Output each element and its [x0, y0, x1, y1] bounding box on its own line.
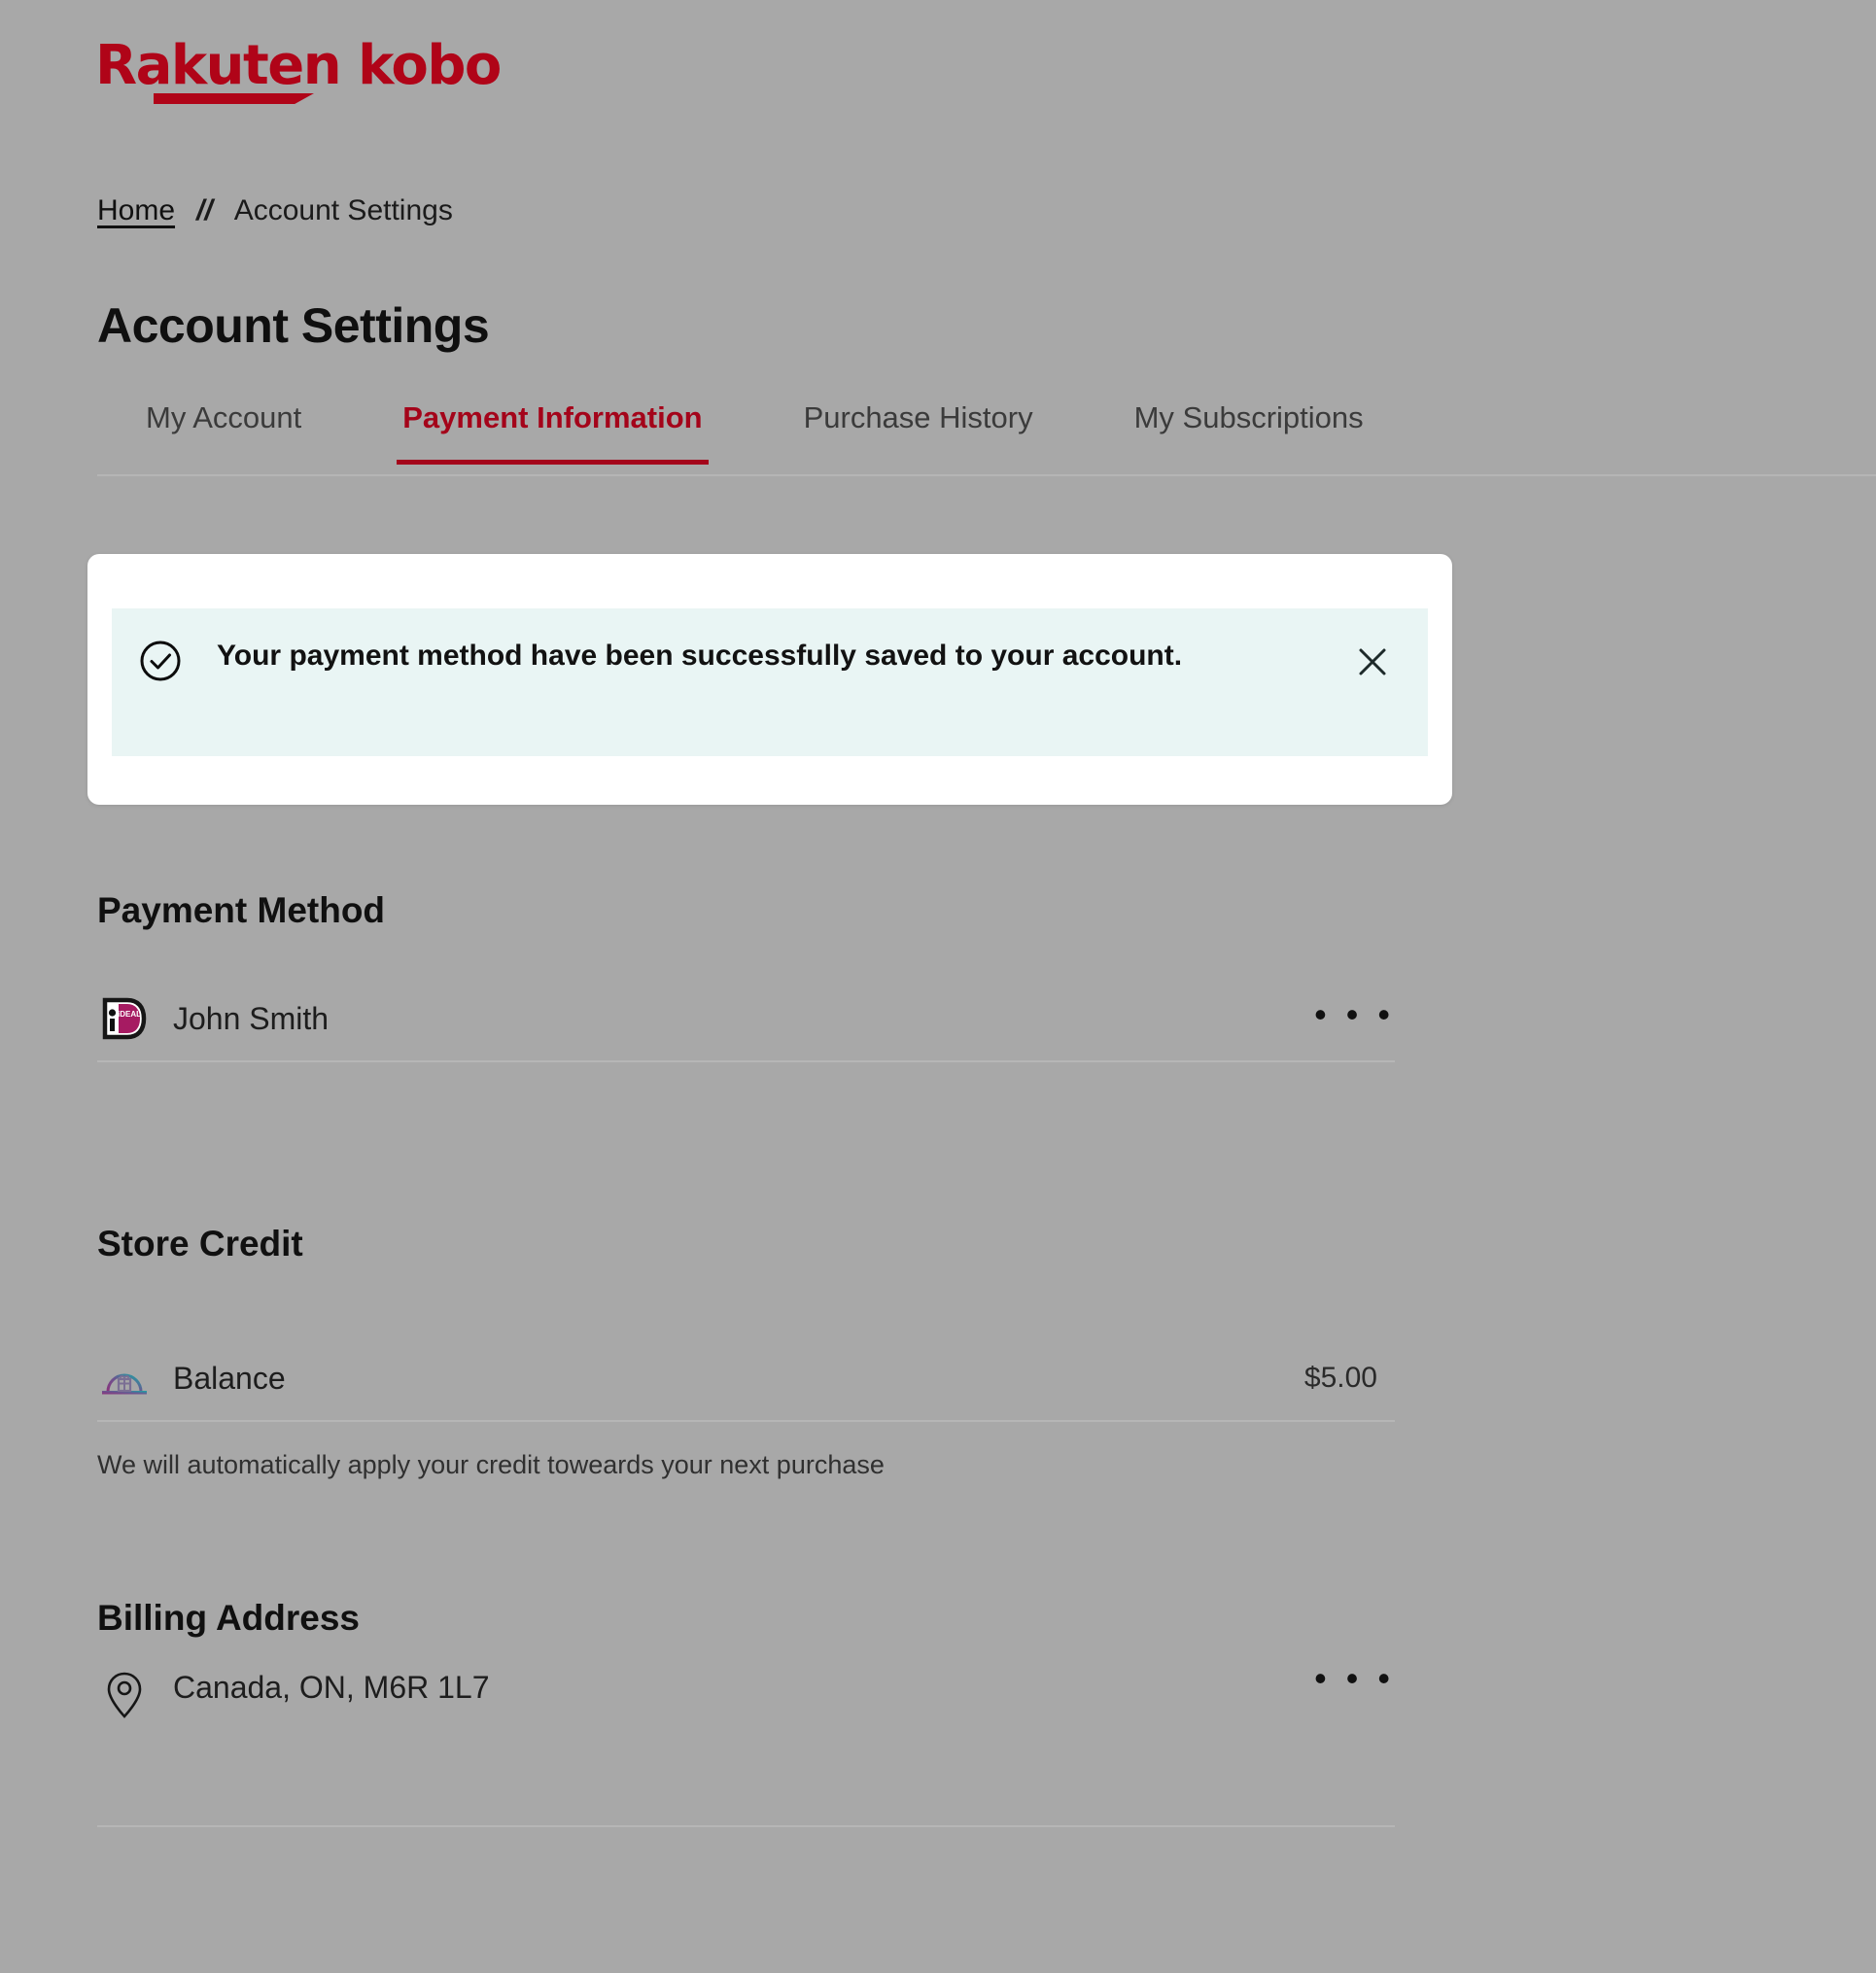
store-credit-helper-text: We will automatically apply your credit …	[97, 1450, 885, 1479]
billing-address-row[interactable]: Canada, ON, M6R 1L7 • • •	[97, 1643, 1395, 1827]
close-icon[interactable]	[1356, 645, 1389, 678]
page-title: Account Settings	[97, 297, 490, 353]
store-credit-balance-label: Balance	[173, 1360, 286, 1396]
breadcrumb-separator: //	[196, 194, 213, 226]
breadcrumb-current: Account Settings	[233, 194, 453, 226]
billing-address-more-options-button[interactable]: • • •	[1314, 1661, 1395, 1696]
logo-wordmark: Rakuten kobo	[95, 34, 502, 97]
site-logo[interactable]: Rakuten kobo	[95, 34, 502, 104]
logo-swoosh-icon	[154, 93, 314, 104]
billing-address-value: Canada, ON, M6R 1L7	[173, 1670, 490, 1705]
map-pin-icon	[97, 1670, 152, 1720]
tab-my-account[interactable]: My Account	[97, 389, 352, 465]
store-credit-gift-icon	[97, 1353, 152, 1403]
breadcrumb: Home // Account Settings	[97, 194, 453, 227]
notification-card: Your payment method have been successful…	[87, 554, 1452, 805]
section-title-billing-address: Billing Address	[97, 1597, 361, 1638]
payment-method-more-options-button[interactable]: • • •	[1314, 997, 1395, 1032]
payment-method-name: John Smith	[173, 1000, 330, 1036]
tab-payment-information[interactable]: Payment Information	[352, 389, 752, 465]
store-credit-balance-row: Balance $5.00	[97, 1336, 1395, 1422]
svg-text:iDEAL: iDEAL	[118, 1010, 141, 1019]
tab-purchase-history[interactable]: Purchase History	[753, 389, 1084, 465]
account-settings-tabs: My Account Payment Information Purchase …	[97, 389, 1876, 476]
tab-my-subscriptions[interactable]: My Subscriptions	[1084, 389, 1414, 465]
success-alert: Your payment method have been successful…	[112, 608, 1428, 756]
ideal-logo-icon: iDEAL	[97, 993, 152, 1044]
section-title-store-credit: Store Credit	[97, 1223, 303, 1263]
breadcrumb-home-link[interactable]: Home	[97, 194, 175, 227]
payment-method-row[interactable]: iDEAL John Smith • • •	[97, 977, 1395, 1062]
success-alert-message: Your payment method have been successful…	[217, 640, 1183, 672]
store-credit-balance-value: $5.00	[1303, 1362, 1377, 1394]
circle-check-icon	[139, 640, 182, 682]
section-title-payment-method: Payment Method	[97, 889, 386, 930]
